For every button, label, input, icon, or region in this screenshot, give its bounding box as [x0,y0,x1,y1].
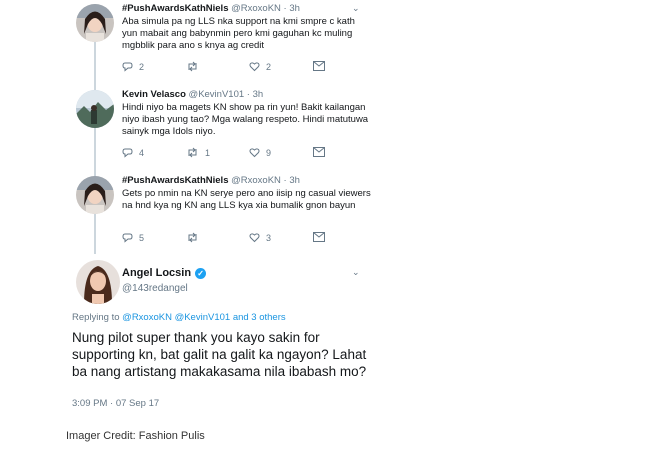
reply-icon [122,148,133,158]
replying-to-links[interactable]: @RxoxoKN @KevinV101 and 3 others [122,312,285,323]
reply-button[interactable]: 5 [122,232,144,243]
reply-count: 2 [139,61,145,72]
like-count: 2 [266,61,272,72]
verified-icon: ✓ [195,267,207,279]
separator: · [283,3,287,14]
username[interactable]: @143redangel [122,283,188,294]
replying-prefix: Replying to [72,312,120,323]
message-icon [313,147,325,157]
retweet-button[interactable] [186,61,205,72]
tweet-text: Hindi niyo ba magets KN show pa rin yun!… [122,102,369,137]
retweet-button[interactable]: 1 [186,147,210,158]
reply-button[interactable]: 4 [122,147,144,158]
avatar[interactable] [76,90,114,128]
display-name[interactable]: #PushAwardsKathNiels [122,175,228,186]
tweet-header: #PushAwardsKathNiels @RxoxoKN · 3h [122,175,300,186]
reply-icon [122,62,133,72]
tweet-header: #PushAwardsKathNiels @RxoxoKN · 3h [122,3,300,14]
like-count: 3 [266,232,272,243]
chevron-down-icon[interactable]: ⌄ [352,267,360,278]
display-name[interactable]: #PushAwardsKathNiels [122,3,228,14]
tweet-time[interactable]: 3h [289,175,300,186]
avatar[interactable] [76,4,114,42]
tweet-text: Aba simula pa ng LLS nka support na kmi … [122,16,355,51]
tweet-time[interactable]: 3h [289,3,300,14]
reply-icon [122,233,133,243]
tweet-text: Gets po nmin na KN serye pero ano iisip … [122,188,371,211]
chevron-down-icon[interactable]: ⌄ [352,3,360,14]
image-credit: Imager Credit: Fashion Pulis [66,430,205,442]
message-icon [313,232,325,242]
reply-count: 5 [139,232,145,243]
message-icon [313,61,325,71]
display-name-row: Angel Locsin ✓ [122,267,207,279]
tweet-actions: 4 1 9 [122,147,362,161]
display-name[interactable]: Angel Locsin [122,267,191,279]
tweet-header: Kevin Velasco @KevinV101 · 3h [122,89,263,100]
tweet-actions: 5 3 [122,232,362,246]
tweet-timestamp[interactable]: 3:09 PM · 07 Sep 17 [72,398,159,409]
like-icon [249,148,260,158]
like-button[interactable]: 3 [249,232,271,243]
username[interactable]: @RxoxoKN [231,175,281,186]
retweet-button[interactable] [186,232,205,243]
tweet-actions: 2 2 [122,61,362,75]
reply-button[interactable]: 2 [122,61,144,72]
thread-connector-line [94,42,96,254]
message-button[interactable] [313,232,325,242]
retweet-icon [188,61,197,72]
username[interactable]: @RxoxoKN [231,3,281,14]
retweet-icon [188,232,197,243]
like-icon [249,62,260,72]
avatar[interactable] [76,260,120,304]
like-count: 9 [266,147,272,158]
replying-to: Replying to @RxoxoKN @KevinV101 and 3 ot… [72,312,286,323]
message-button[interactable] [313,147,325,157]
message-button[interactable] [313,61,325,71]
retweet-icon [188,147,197,158]
reply-count: 4 [139,147,145,158]
like-button[interactable]: 9 [249,147,271,158]
separator: · [246,89,250,100]
username[interactable]: @KevinV101 [189,89,245,100]
display-name[interactable]: Kevin Velasco [122,89,186,100]
tweet-text: Nung pilot super thank you kayo sakin fo… [72,330,367,379]
avatar[interactable] [76,176,114,214]
separator: · [283,175,287,186]
retweet-count: 1 [205,147,211,158]
tweet-time[interactable]: 3h [253,89,264,100]
like-icon [249,233,260,243]
like-button[interactable]: 2 [249,61,271,72]
